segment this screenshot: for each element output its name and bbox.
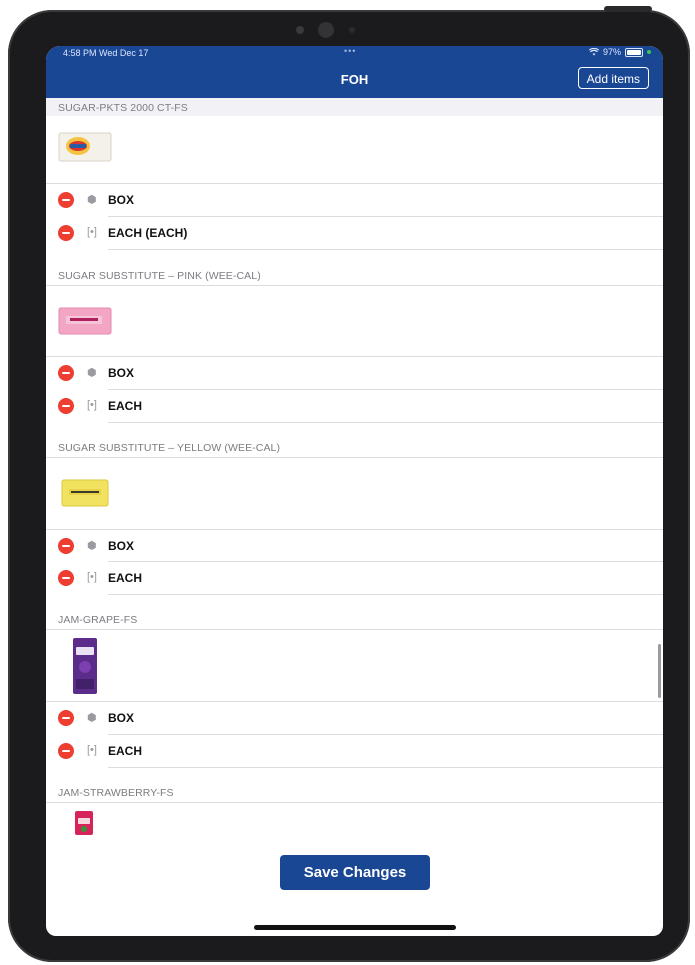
box-icon: ⬢: [87, 712, 97, 724]
privacy-indicator: [647, 50, 651, 54]
item-list[interactable]: SUGAR-PKTS 2000 CT-FS ⬢ BOX [•] EACH (EA…: [46, 98, 663, 936]
box-icon: ⬢: [87, 540, 97, 552]
divider: [108, 422, 663, 423]
product-image: [75, 811, 93, 835]
section-title: JAM-STRAWBERRY-FS: [58, 787, 174, 799]
divider: [46, 629, 663, 630]
delete-icon[interactable]: [58, 570, 74, 586]
unit-row[interactable]: [•] EACH: [46, 390, 663, 422]
delete-icon[interactable]: [58, 743, 74, 759]
each-icon: [•]: [87, 399, 97, 411]
wifi-icon: [588, 48, 599, 56]
section-header: SUGAR SUBSTITUTE – YELLOW (WEE-CAL): [46, 438, 663, 456]
unit-row[interactable]: [•] EACH (EACH): [46, 217, 663, 249]
unit-label: EACH (EACH): [108, 226, 188, 240]
box-icon: ⬢: [87, 194, 97, 206]
unit-row[interactable]: ⬢ BOX: [46, 702, 663, 734]
sensor-dot: [296, 26, 304, 34]
divider: [46, 802, 663, 803]
sensor-dot: [349, 27, 355, 33]
each-icon: [•]: [87, 571, 97, 583]
multitasking-dots[interactable]: •••: [344, 46, 356, 56]
camera-lens: [318, 22, 334, 38]
delete-icon[interactable]: [58, 710, 74, 726]
divider: [46, 457, 663, 458]
product-image: [58, 307, 112, 335]
status-time: 4:58 PM Wed Dec 17: [63, 48, 149, 58]
delete-icon[interactable]: [58, 365, 74, 381]
divider: [46, 285, 663, 286]
section-title: JAM-GRAPE-FS: [58, 614, 138, 626]
delete-icon[interactable]: [58, 192, 74, 208]
unit-label: EACH: [108, 399, 143, 413]
divider: [108, 594, 663, 595]
product-image: [58, 132, 112, 162]
scroll-indicator[interactable]: [658, 644, 661, 698]
unit-label: BOX: [108, 193, 135, 207]
unit-label: EACH: [108, 744, 143, 758]
section-header: SUGAR-PKTS 2000 CT-FS: [46, 98, 663, 116]
section-header: JAM-GRAPE-FS: [46, 610, 663, 628]
delete-icon[interactable]: [58, 538, 74, 554]
box-icon: ⬢: [87, 367, 97, 379]
unit-row[interactable]: ⬢ BOX: [46, 357, 663, 389]
unit-row[interactable]: [•] EACH: [46, 562, 663, 594]
battery-icon: [625, 47, 643, 57]
unit-label: EACH: [108, 571, 143, 585]
unit-label: BOX: [108, 366, 135, 380]
home-indicator[interactable]: [254, 925, 456, 930]
divider: [108, 249, 663, 250]
section-title: SUGAR SUBSTITUTE – PINK (WEE-CAL): [58, 270, 261, 282]
add-items-button[interactable]: Add items: [577, 67, 649, 89]
each-icon: [•]: [87, 226, 97, 238]
section-header: JAM-STRAWBERRY-FS: [46, 783, 663, 801]
top-button: [604, 6, 652, 12]
navigation-bar: 4:58 PM Wed Dec 17 ••• 97% FOH Add items: [46, 46, 663, 98]
unit-row[interactable]: ⬢ BOX: [46, 184, 663, 216]
section-header: SUGAR SUBSTITUTE – PINK (WEE-CAL): [46, 266, 663, 284]
section-title: SUGAR SUBSTITUTE – YELLOW (WEE-CAL): [58, 442, 281, 454]
product-image: [61, 479, 109, 507]
status-indicators: 97%: [588, 47, 651, 57]
each-icon: [•]: [87, 744, 97, 756]
battery-percent: 97%: [602, 47, 621, 57]
app-screen: 4:58 PM Wed Dec 17 ••• 97% FOH Add items…: [46, 46, 663, 936]
unit-label: BOX: [108, 539, 135, 553]
delete-icon[interactable]: [58, 225, 74, 241]
save-changes-button[interactable]: Save Changes: [280, 855, 430, 890]
section-title: SUGAR-PKTS 2000 CT-FS: [58, 102, 188, 114]
product-image: [73, 638, 97, 694]
delete-icon[interactable]: [58, 398, 74, 414]
divider: [108, 767, 663, 768]
unit-label: BOX: [108, 711, 135, 725]
unit-row[interactable]: ⬢ BOX: [46, 530, 663, 562]
unit-row[interactable]: [•] EACH: [46, 735, 663, 767]
page-title: FOH: [340, 72, 369, 87]
